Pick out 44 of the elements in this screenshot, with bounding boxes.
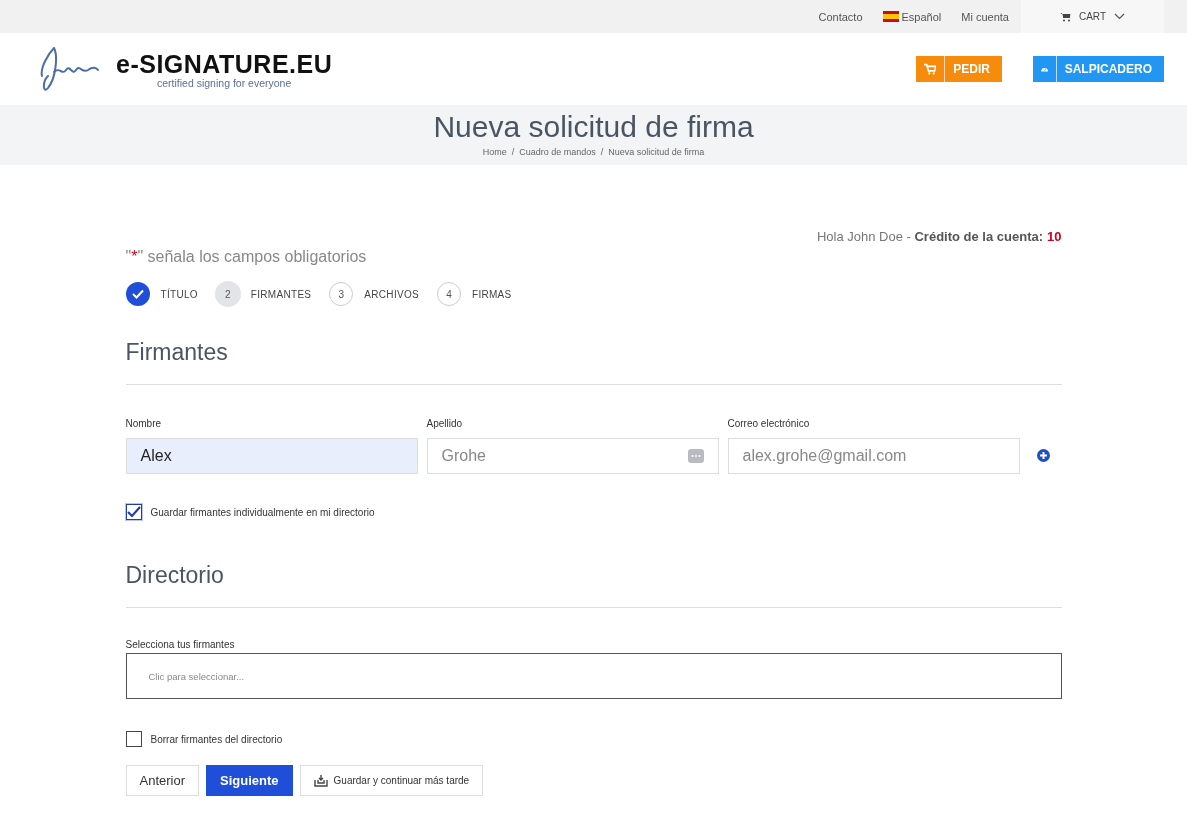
cart-icon xyxy=(1059,11,1071,22)
step-label: FIRMANTES xyxy=(250,288,312,300)
step-indicator: 2 xyxy=(215,282,240,306)
required-note: "*" señala los campos obligatorios xyxy=(125,248,368,266)
credit-value: 10 xyxy=(1047,229,1062,244)
next-button[interactable]: Siguiente xyxy=(206,765,293,796)
field-label: Correo electrónico xyxy=(727,418,811,429)
field-label: Nombre xyxy=(125,418,163,429)
breadcrumb-separator: / xyxy=(600,147,604,157)
greeting-text: Hola John Doe - Crédito de la cuenta: xyxy=(816,229,1044,244)
save-checkbox[interactable] xyxy=(125,504,142,520)
cart-icon xyxy=(924,62,937,76)
name-field[interactable]: Alex xyxy=(125,438,418,474)
save-icon xyxy=(313,774,328,787)
field-label: Selecciona tus firmantes xyxy=(125,639,236,650)
contact-link[interactable]: Contacto xyxy=(808,10,873,23)
save-later-button[interactable]: Guardar y continuar más tarde xyxy=(299,765,484,796)
logo-tagline: certified signing for everyone xyxy=(157,76,292,89)
step-label: TÍTULO xyxy=(160,288,198,300)
surname-field[interactable]: Grohe xyxy=(426,438,719,474)
step-label: FIRMAS xyxy=(472,288,512,300)
breadcrumb-separator: / xyxy=(511,147,515,157)
language-link[interactable]: Español xyxy=(898,10,952,23)
delete-checkbox[interactable] xyxy=(125,731,142,747)
section-heading: Directorio xyxy=(125,562,225,589)
breadcrumb-link[interactable]: Home xyxy=(482,147,507,157)
section-heading: Firmantes xyxy=(125,339,229,366)
page-title: Nueva solicitud de firma xyxy=(433,110,754,144)
field-label: Apellido xyxy=(426,418,464,429)
chevron-down-icon xyxy=(1114,13,1125,20)
step-label: ARCHIVOS xyxy=(364,288,419,300)
more-icon xyxy=(687,449,704,463)
breadcrumb-link[interactable]: Cuadro de mandos xyxy=(519,147,596,157)
signer-select-field[interactable]: Clic para seleccionar... xyxy=(125,653,1062,699)
checkbox-label: Borrar firmantes del directorio xyxy=(150,733,283,745)
add-icon[interactable] xyxy=(1036,449,1050,462)
email-field[interactable]: alex.grohe@gmail.com xyxy=(727,438,1020,474)
account-link[interactable]: Mi cuenta xyxy=(951,10,1019,23)
previous-button[interactable]: Anterior xyxy=(125,765,200,796)
flag-icon xyxy=(882,11,899,22)
cart-menu[interactable]: CART xyxy=(1021,0,1164,33)
logo-text: e-SIGNATURE.EU xyxy=(116,49,333,79)
breadcrumb-link[interactable]: Nueva solicitud de firma xyxy=(608,147,705,157)
checkbox-label: Guardar firmantes individualmente en mi directorio xyxy=(150,506,375,518)
